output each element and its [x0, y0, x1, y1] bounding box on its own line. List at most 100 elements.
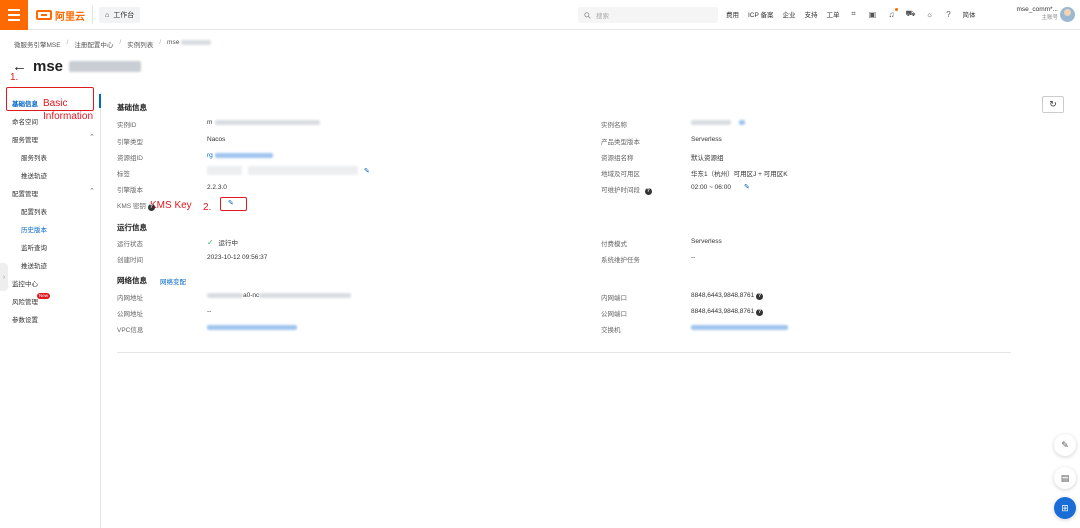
breadcrumb-item-registry[interactable]: 注册配置中心 — [74, 39, 113, 49]
cart-icon[interactable]: ⛟ — [906, 9, 916, 19]
value-status: ✓ 运行中 — [207, 238, 239, 247]
cloud-shell-icon[interactable]: ⌗ — [849, 9, 859, 19]
hamburger-menu-icon[interactable] — [0, 0, 28, 30]
value-region: 华东1（杭州）可用区J + 可用区K — [691, 171, 788, 178]
sidebar-item-config-list[interactable]: 配置列表 — [21, 206, 47, 216]
label-kms-key: KMS 密钥 ? — [117, 203, 155, 211]
search-input[interactable]: 搜索 — [578, 7, 718, 23]
annotation-basic-information: Basic Information — [43, 98, 94, 122]
nav-link-icp[interactable]: ICP 备案 — [748, 9, 774, 19]
label-system-task: 系统维护任务 — [601, 257, 640, 264]
bell-icon[interactable]: ♫ — [887, 8, 898, 19]
nav-link-support[interactable]: 支持 — [805, 9, 818, 19]
value-system-task: -- — [691, 254, 696, 261]
divider — [92, 6, 93, 24]
divider — [117, 352, 1011, 353]
breadcrumb-item-current: mse — [167, 39, 212, 49]
label-engine-type: 引擎类型 — [117, 139, 143, 146]
value-tags — [207, 166, 358, 175]
label-intranet-address: 内网地址 — [117, 295, 143, 302]
value-intranet-port: 8848,6443,9848,8761 ? — [691, 292, 764, 300]
check-icon: ✓ — [207, 238, 214, 247]
nav-link-billing[interactable]: 费用 — [726, 9, 739, 19]
app-grid-button[interactable]: ⊞ — [1054, 497, 1076, 519]
sidebar-item-basic-info[interactable]: 基础信息 — [12, 98, 38, 108]
new-badge: New — [37, 293, 51, 299]
help-icon[interactable]: ? — [644, 187, 652, 195]
label-instance-name: 实例名称 — [601, 122, 627, 129]
link-switch[interactable] — [691, 324, 788, 331]
sidebar-divider — [100, 92, 101, 528]
page-title: ← mse — [12, 58, 142, 75]
link-vpc[interactable] — [207, 324, 297, 331]
section-title-basic: 基础信息 — [117, 103, 147, 112]
sidebar-active-indicator — [99, 94, 101, 108]
label-tags: 标签 — [117, 171, 130, 178]
value-billing: Serverless — [691, 238, 722, 245]
label-instance-id: 实例ID — [117, 122, 137, 129]
section-title-running: 运行信息 — [117, 223, 147, 232]
sidebar-item-listener-query[interactable]: 监听查询 — [21, 242, 47, 252]
sidebar-item-service-list[interactable]: 服务列表 — [21, 152, 47, 162]
sidebar-collapse-handle[interactable]: › — [0, 263, 8, 291]
nav-link-enterprise[interactable]: 企业 — [783, 9, 796, 19]
value-engine-type: Nacos — [207, 136, 226, 143]
aliyun-logo[interactable]: 阿里云 — [36, 9, 85, 23]
terminal-icon[interactable]: ▣ — [868, 9, 878, 19]
help-icon[interactable]: ? — [756, 292, 764, 300]
sidebar-item-config-mgmt[interactable]: 配置管理 — [12, 188, 38, 198]
annotation-step-1: 1. — [10, 72, 19, 83]
value-maintenance-window: 02:00 ~ 06:00 — [691, 184, 731, 191]
breadcrumb-item-mse[interactable]: 微服务引擎MSE — [14, 39, 61, 49]
feedback-edit-button[interactable]: ✎ — [1054, 434, 1076, 456]
sidebar-item-push-trace[interactable]: 推送轨迹 — [21, 170, 47, 180]
link-resource-group-id[interactable]: rg — [207, 152, 273, 159]
label-resource-group-name: 资源组名称 — [601, 155, 634, 162]
sidebar-item-monitor-center[interactable]: 监控中心 — [12, 278, 38, 288]
help-icon[interactable]: ? — [944, 9, 954, 19]
chat-button[interactable]: ▤ — [1054, 467, 1076, 489]
avatar[interactable] — [1060, 7, 1075, 22]
edit-maintenance-window-icon[interactable]: ✎ — [744, 183, 750, 191]
sidebar-item-param-settings[interactable]: 参数设置 — [12, 314, 38, 324]
value-instance-name — [691, 119, 745, 126]
sidebar-item-risk-mgmt[interactable]: 风险管理 New — [12, 293, 51, 306]
refresh-button[interactable]: ↻ — [1042, 96, 1064, 113]
language-switch[interactable]: 简体 — [963, 9, 976, 19]
chevron-up-icon[interactable]: ⌃ — [89, 187, 95, 195]
workbench-button[interactable]: ⌂ 工作台 — [99, 7, 141, 23]
label-public-address: 公网地址 — [117, 311, 143, 318]
nav-link-ticket[interactable]: 工单 — [827, 9, 840, 19]
logo-mark-icon — [36, 10, 52, 20]
network-change-link[interactable]: 网络变配 — [160, 276, 186, 286]
sidebar-item-service-mgmt[interactable]: 服务管理 — [12, 134, 38, 144]
value-instance-id: m — [207, 119, 321, 126]
user-account[interactable]: mse_comm*... 主账号 — [1004, 5, 1058, 23]
label-status: 运行状态 — [117, 241, 143, 248]
edit-tags-icon[interactable]: ✎ — [364, 167, 370, 175]
sidebar-item-namespace[interactable]: 命名空间 — [12, 116, 38, 126]
sidebar-item-push-trace-config[interactable]: 推送轨迹 — [21, 260, 47, 270]
grid-icon: ⊞ — [1061, 502, 1069, 513]
section-title-network: 网络信息 — [117, 276, 147, 285]
value-product-version: Serverless — [691, 136, 722, 143]
breadcrumb: 微服务引擎MSE / 注册配置中心 / 实例列表 / mse — [14, 39, 212, 49]
value-intranet-address: a0-nc — [207, 292, 352, 299]
label-resource-group-id: 资源组ID — [117, 155, 143, 162]
label-vpc: VPC信息 — [117, 327, 144, 334]
label-public-port: 公网端口 — [601, 311, 627, 318]
help-icon[interactable]: ? — [756, 308, 764, 316]
value-engine-version: 2.2.3.0 — [207, 184, 227, 191]
label-intranet-port: 内网端口 — [601, 295, 627, 302]
value-public-address: -- — [207, 308, 212, 315]
sidebar-item-history-version[interactable]: 历史版本 — [21, 224, 47, 234]
breadcrumb-item-instances[interactable]: 实例列表 — [127, 39, 153, 49]
edit-kms-key-icon[interactable]: ✎ — [228, 199, 234, 207]
chevron-up-icon[interactable]: ⌃ — [89, 133, 95, 141]
chat-icon: ▤ — [1060, 472, 1070, 483]
help-icon[interactable]: ? — [147, 203, 155, 211]
lightbulb-icon[interactable]: ☼ — [925, 9, 935, 19]
home-icon: ⌂ — [105, 11, 110, 19]
refresh-icon: ↻ — [1049, 99, 1057, 109]
label-maintenance-window: 可维护时间段 ? — [601, 187, 652, 195]
